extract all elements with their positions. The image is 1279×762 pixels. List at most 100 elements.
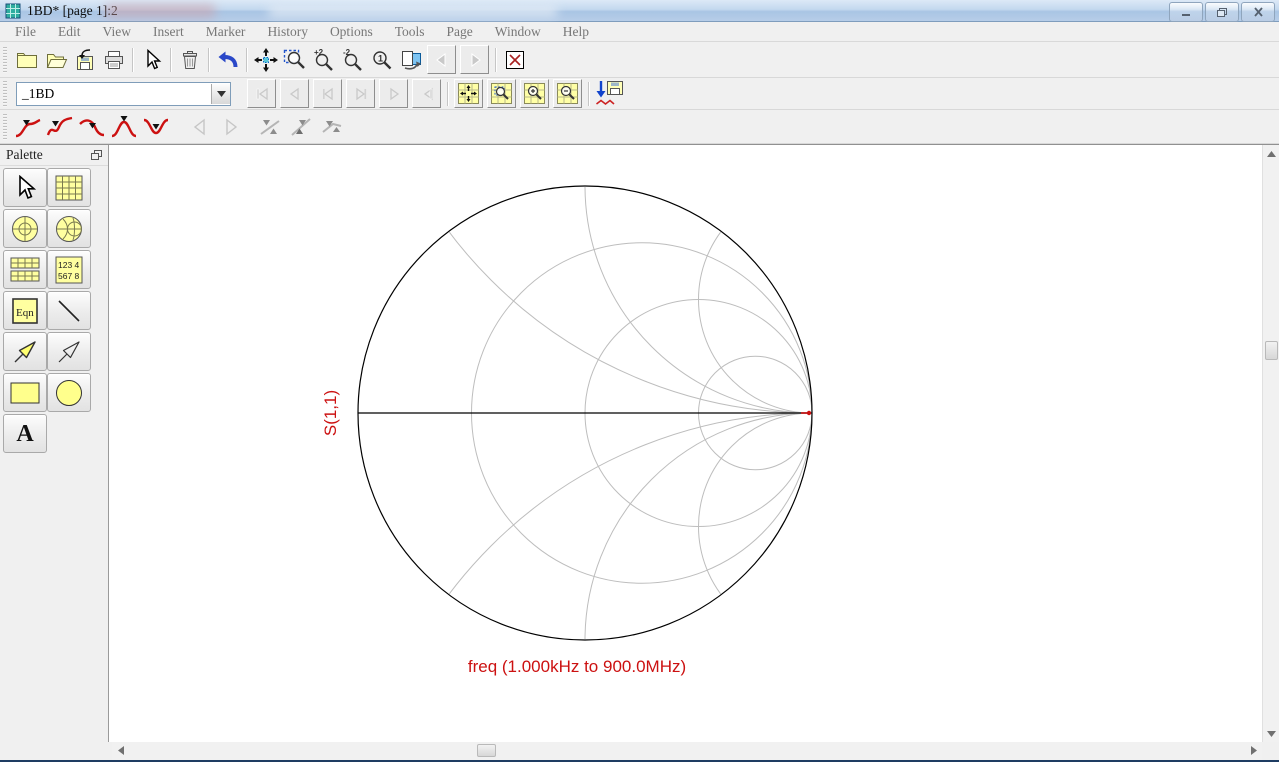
zoom-area-button[interactable] bbox=[280, 45, 309, 74]
pointer-tool-icon bbox=[19, 174, 37, 199]
step-previous-button[interactable] bbox=[313, 79, 342, 108]
menu-options[interactable]: Options bbox=[319, 22, 384, 42]
open-button[interactable] bbox=[41, 45, 70, 74]
delete-button[interactable] bbox=[175, 45, 204, 74]
go-last-button[interactable] bbox=[412, 79, 441, 108]
back-button[interactable] bbox=[427, 45, 456, 74]
new-button[interactable] bbox=[12, 45, 41, 74]
restore-button[interactable] bbox=[1205, 2, 1239, 22]
scroll-left-button[interactable] bbox=[112, 742, 129, 759]
menu-tools[interactable]: Tools bbox=[384, 22, 436, 42]
menu-file[interactable]: File bbox=[4, 22, 47, 42]
go-previous-icon bbox=[289, 87, 299, 100]
insert-peak-marker-button[interactable] bbox=[108, 112, 140, 141]
list-plot-icon: 123 4 567 8 bbox=[55, 256, 83, 283]
dataset-select[interactable]: _1BD bbox=[16, 81, 231, 106]
s11-trace[interactable] bbox=[801, 410, 812, 416]
marker-next-button[interactable] bbox=[215, 112, 244, 141]
palette-text-tool[interactable]: A bbox=[3, 414, 47, 453]
palette-smith-chart-tool[interactable] bbox=[47, 209, 91, 248]
zoom-out-2x-button[interactable]: -2 bbox=[338, 45, 367, 74]
palette-arrow-outline-tool[interactable] bbox=[47, 332, 91, 371]
palette-polar-plot-tool[interactable] bbox=[3, 209, 47, 248]
zoom-out-plot-button[interactable] bbox=[553, 79, 582, 108]
menu-insert[interactable]: Insert bbox=[142, 22, 195, 42]
close-button[interactable] bbox=[1241, 2, 1275, 22]
palette-arrow-filled-tool[interactable] bbox=[3, 332, 47, 371]
toolbar-separator bbox=[170, 47, 171, 72]
menu-window[interactable]: Window bbox=[484, 22, 552, 42]
go-first-icon bbox=[256, 87, 268, 100]
minimize-button[interactable] bbox=[1169, 2, 1203, 22]
palette-stacked-plot-tool[interactable] bbox=[3, 250, 47, 289]
toolbar-grip[interactable] bbox=[3, 113, 7, 140]
scroll-right-button[interactable] bbox=[1245, 742, 1262, 759]
step-next-button[interactable] bbox=[346, 79, 375, 108]
insert-marker-trace-button[interactable] bbox=[44, 112, 76, 141]
pan-view-button[interactable] bbox=[251, 45, 280, 74]
step-next-icon bbox=[355, 87, 366, 100]
insert-valley-marker-button[interactable] bbox=[140, 112, 172, 141]
print-button[interactable] bbox=[99, 45, 128, 74]
go-first-button[interactable] bbox=[247, 79, 276, 108]
palette-rectangular-plot-tool[interactable] bbox=[47, 168, 91, 207]
marker-to-trace-button[interactable] bbox=[254, 112, 285, 141]
pan-plot-button[interactable] bbox=[454, 79, 483, 108]
marker-readout-button[interactable] bbox=[316, 112, 347, 141]
menu-page[interactable]: Page bbox=[436, 22, 484, 42]
menu-edit[interactable]: Edit bbox=[47, 22, 92, 42]
menu-view[interactable]: View bbox=[92, 22, 142, 42]
menu-marker[interactable]: Marker bbox=[195, 22, 257, 42]
trace-label[interactable]: S(1,1) bbox=[321, 390, 341, 436]
vertical-scrollbar[interactable] bbox=[1262, 145, 1279, 742]
plot-canvas[interactable]: S(1,1) freq (1.000kHz to 900.0MHz) bbox=[112, 145, 1262, 742]
valley-marker-icon bbox=[143, 118, 169, 134]
undo-button[interactable] bbox=[213, 45, 242, 74]
dataset-select-value: _1BD bbox=[22, 85, 55, 101]
toolbar-grip[interactable] bbox=[3, 46, 7, 73]
scroll-up-button[interactable] bbox=[1263, 145, 1279, 162]
menu-history[interactable]: History bbox=[256, 22, 319, 42]
list-icon-line1: 123 4 bbox=[58, 260, 80, 270]
insert-marker-button[interactable] bbox=[12, 112, 44, 141]
marker-toolbar bbox=[0, 110, 1279, 144]
marker-readout-icon bbox=[321, 120, 341, 133]
palette-list-plot-tool[interactable]: 123 4 567 8 bbox=[47, 250, 91, 289]
dataset-select-dropdown-button[interactable] bbox=[211, 83, 230, 104]
insert-delta-marker-button[interactable] bbox=[76, 112, 108, 141]
toolbar-separator bbox=[447, 81, 448, 106]
zoom-actual-size-button[interactable]: 1 bbox=[367, 45, 396, 74]
zoom-area-plot-button[interactable] bbox=[487, 79, 516, 108]
marker-swap-button[interactable] bbox=[285, 112, 316, 141]
palette-circle-tool[interactable] bbox=[47, 373, 91, 412]
horizontal-scrollbar[interactable] bbox=[112, 742, 1262, 760]
close-icon bbox=[1253, 7, 1263, 17]
go-next-button[interactable] bbox=[379, 79, 408, 108]
go-previous-button[interactable] bbox=[280, 79, 309, 108]
save-button[interactable] bbox=[70, 45, 99, 74]
titlebar: 1BD* [page 1]:2 bbox=[0, 0, 1279, 22]
marker-previous-button[interactable] bbox=[186, 112, 215, 141]
menu-help[interactable]: Help bbox=[552, 22, 600, 42]
x-axis-label[interactable]: freq (1.000kHz to 900.0MHz) bbox=[468, 657, 686, 677]
workspace: Palette 123 4 567 8 Eqn A S(1,1) freq (1… bbox=[0, 144, 1279, 742]
horizontal-scroll-thumb[interactable] bbox=[477, 744, 496, 757]
page-view-button[interactable] bbox=[396, 45, 425, 74]
toolbar-grip[interactable] bbox=[3, 80, 7, 107]
import-dataset-button[interactable] bbox=[593, 79, 627, 108]
palette-float-icon[interactable] bbox=[91, 150, 102, 161]
zoom-in-plot-icon bbox=[524, 83, 545, 104]
zoom-in-2x-button[interactable]: +2 bbox=[309, 45, 338, 74]
vertical-scroll-thumb[interactable] bbox=[1265, 341, 1278, 360]
delete-item-button[interactable] bbox=[500, 45, 529, 74]
select-pointer-button[interactable] bbox=[137, 45, 166, 74]
pan-plot-icon bbox=[458, 83, 479, 104]
palette-equation-tool[interactable]: Eqn bbox=[3, 291, 47, 330]
smith-chart-icon bbox=[56, 215, 82, 242]
palette-line-tool[interactable] bbox=[47, 291, 91, 330]
zoom-in-plot-button[interactable] bbox=[520, 79, 549, 108]
palette-rectangle-tool[interactable] bbox=[3, 373, 47, 412]
palette-pointer-tool[interactable] bbox=[3, 168, 47, 207]
forward-button[interactable] bbox=[460, 45, 489, 74]
scroll-down-button[interactable] bbox=[1263, 725, 1279, 742]
